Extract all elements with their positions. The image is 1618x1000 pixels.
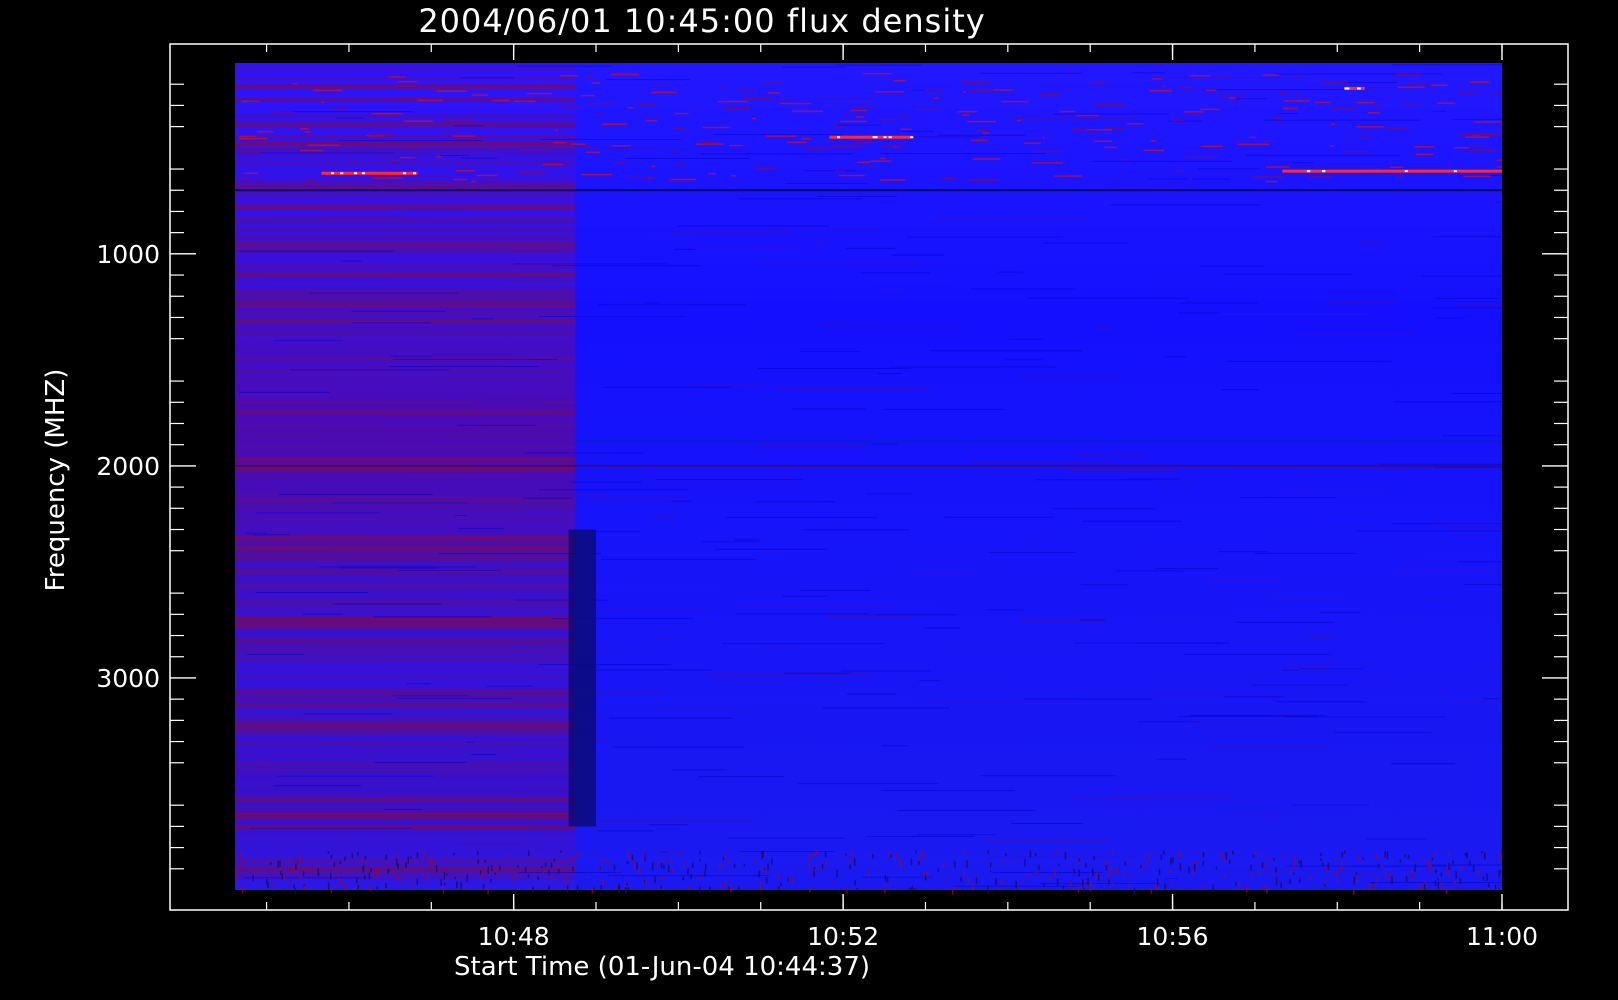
x-axis-label: Start Time (01-Jun-04 10:44:37) xyxy=(454,952,870,982)
burst-peak xyxy=(837,136,841,139)
chart-title: 2004/06/01 10:45:00 flux density xyxy=(418,2,985,40)
burst-peak xyxy=(412,172,416,175)
burst-peak xyxy=(340,172,344,175)
freq-line xyxy=(575,440,1502,443)
burst-peak xyxy=(1306,170,1310,173)
y-axis-label: Frequency (MHZ) xyxy=(41,369,71,592)
burst-peak xyxy=(910,136,914,139)
x-tick-label: 10:56 xyxy=(1137,922,1209,951)
burst-peak xyxy=(1453,170,1457,173)
burst-peak xyxy=(1345,87,1349,90)
x-tick-label: 10:52 xyxy=(807,922,879,951)
burst-peak xyxy=(402,172,406,175)
burst-peak xyxy=(888,136,892,139)
burst-peak xyxy=(1322,170,1326,173)
data-gap-band xyxy=(568,529,597,827)
burst-peak xyxy=(883,136,887,139)
x-tick-label: 11:00 xyxy=(1466,922,1538,951)
freq-line xyxy=(235,464,1502,467)
burst-mark xyxy=(1282,169,1502,173)
burst-peak xyxy=(330,172,334,175)
freq-line xyxy=(235,189,1502,192)
burst-mark xyxy=(829,135,912,139)
burst-peak xyxy=(1357,87,1361,90)
y-tick-label: 2000 xyxy=(96,452,160,481)
burst-peak xyxy=(874,136,878,139)
spectrogram-chart: 10:48 10:52 10:56 11:00 1000 2000 3000 2004/0… xyxy=(41,2,1569,982)
heatmap-layer xyxy=(235,63,1503,896)
burst-peak xyxy=(354,172,358,175)
y-tick-label: 3000 xyxy=(96,664,160,693)
burst-peak xyxy=(1404,170,1408,173)
burst-peak xyxy=(361,172,365,175)
y-tick-label: 1000 xyxy=(96,240,160,269)
x-tick-label: 10:48 xyxy=(478,922,550,951)
